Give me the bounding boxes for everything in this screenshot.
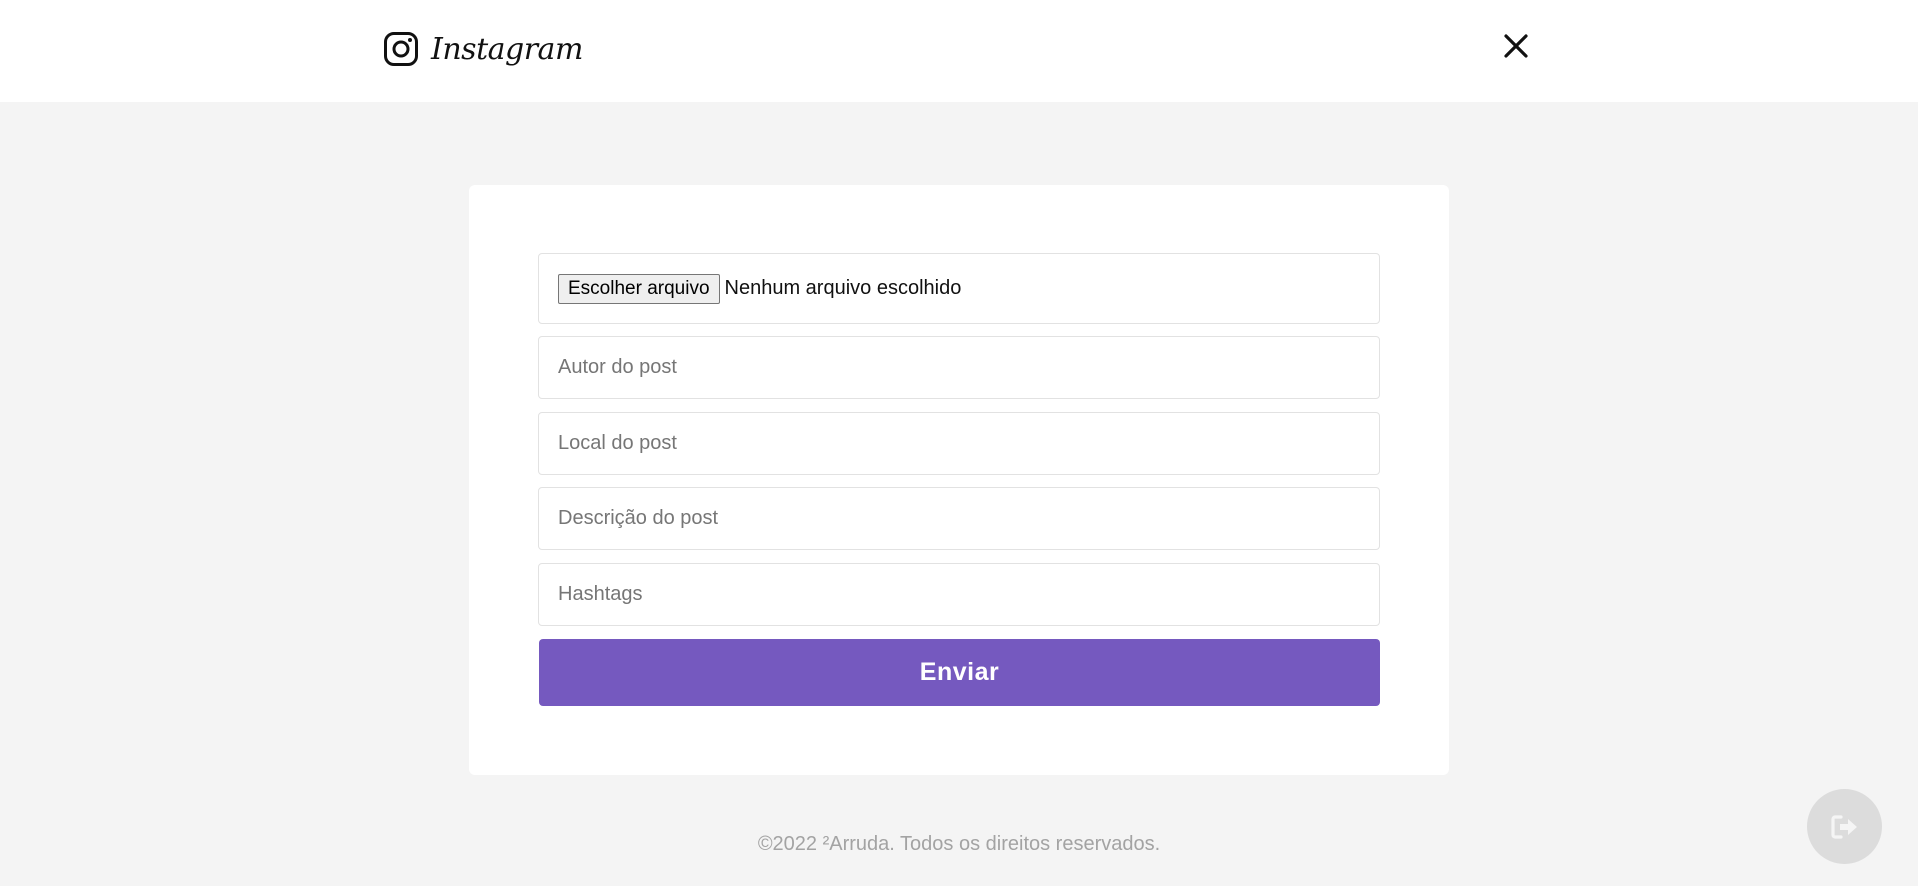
instagram-logo[interactable]: Instagram	[383, 27, 583, 71]
sign-out-icon	[1830, 814, 1857, 839]
file-upload-field: Escolher arquivo Nenhum arquivo escolhid…	[538, 253, 1380, 324]
instagram-icon	[384, 32, 418, 66]
description-input[interactable]	[558, 507, 1379, 530]
location-field-wrapper	[538, 412, 1380, 475]
close-button[interactable]	[1500, 30, 1532, 62]
author-field-wrapper	[538, 336, 1380, 399]
hashtags-input[interactable]	[558, 583, 1379, 606]
logo-wordmark: Instagram	[431, 31, 583, 67]
file-status-text: Nenhum arquivo escolhido	[724, 277, 962, 299]
post-form-card: Escolher arquivo Nenhum arquivo escolhid…	[469, 185, 1449, 775]
submit-button[interactable]: Enviar	[539, 639, 1380, 706]
logout-button[interactable]	[1807, 789, 1882, 864]
author-input[interactable]	[558, 356, 1379, 379]
location-input[interactable]	[558, 432, 1379, 455]
footer-copyright: ©2022 ²Arruda. Todos os direitos reserva…	[757, 833, 1161, 855]
description-field-wrapper	[538, 487, 1380, 550]
hashtags-field-wrapper	[538, 563, 1380, 626]
choose-file-button[interactable]: Escolher arquivo	[558, 273, 720, 304]
close-icon	[1504, 34, 1528, 58]
top-header: Instagram	[0, 0, 1918, 102]
